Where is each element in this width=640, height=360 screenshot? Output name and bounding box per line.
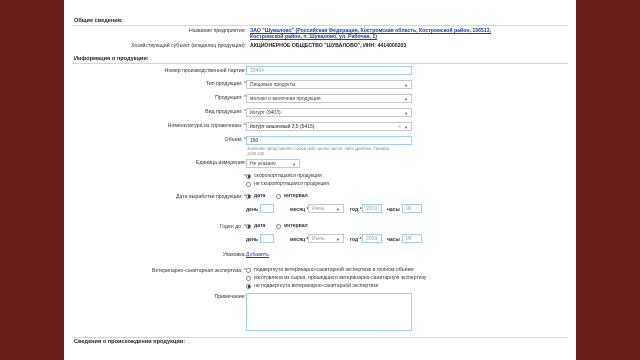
radio-non-perishable[interactable]: не скоропортящаяся продукция [246,181,329,187]
vet-radio-none[interactable]: не подвергнута ветеринарно-санитарной эк… [246,283,378,289]
vet-radio-full[interactable]: подвергнута ветеринарно-санитарной экспе… [246,267,414,273]
company-label: Название предприятия: [188,28,246,34]
exp-month-label: месяц * [290,237,309,243]
owner-label: Хозяйствующий субъект (владелец продукци… [131,43,246,49]
nomenclature-select[interactable]: йогурт вишневый 2,5 (5415) × ▼ [246,122,412,131]
chevron-down-icon: ▼ [336,207,340,212]
divider [72,63,568,64]
volume-label: Объем: * [224,137,246,143]
exp-day-label: день [246,237,259,243]
kind-select[interactable]: йогурт (9403) ▼ [246,108,412,117]
prod-month-select[interactable]: Июнь ▼ [308,204,344,213]
product-label: Продукция: * [215,95,246,101]
package-add-link[interactable]: Добавить [246,252,269,258]
type-label: Тип продукции: * [205,81,246,87]
radio-dot [246,275,251,281]
divider [72,337,568,338]
chevron-down-icon: ▼ [404,97,408,102]
company-link[interactable]: ЗАО "Шувалово" (Российская Федерация, Ко… [250,28,520,40]
unit-label: Единица измерения: [196,160,246,166]
radio-dot [276,223,281,229]
radio-dot [246,173,251,179]
exp-radio-date[interactable]: дата [246,223,265,229]
batch-label: Номер производственной партии: [164,68,246,74]
prod-hours-input[interactable]: 00 [402,204,422,213]
prod-date-label: Дата выработки продукции: * [176,194,246,200]
exp-hours-label: часы [387,237,400,243]
exp-radio-interval[interactable]: интервал [276,223,308,229]
exp-hours-input[interactable]: 00 [402,234,422,243]
volume-input[interactable]: 150 [246,136,412,145]
batch-input[interactable]: 32454 [246,66,412,75]
exp-month-select[interactable]: Июнь ▼ [308,234,344,243]
note-textarea[interactable] [246,293,412,331]
origin-section-title: Сведения о происхождении продукции: [74,339,186,345]
expiry-label: Годен до: * [219,224,246,230]
prod-month-label: месяц * [290,207,309,213]
prod-year-label: год * [350,207,362,213]
vet-label: Ветеринарно-санитарная экспертиза: * [151,268,246,274]
radio-dot [246,181,251,187]
kind-label: Вид продукции: * [205,109,246,115]
exp-year-input[interactable]: 2019 [362,234,382,243]
radio-dot [276,193,281,199]
exp-day-input[interactable] [260,234,274,243]
radio-dot [246,283,251,289]
prod-radio-date[interactable]: дата [246,193,265,199]
package-label: Упаковка: [222,252,246,258]
product-select[interactable]: молоко и молочная продукция ▼ [246,94,412,103]
general-section-title: Общие сведения: [74,18,123,24]
exp-year-label: год * [350,237,362,243]
chevron-down-icon: ▼ [404,125,408,130]
volume-hint: Значение представляет собой либо целое ч… [247,146,391,156]
nomenclature-label: Номенклатура из справочника: * [167,123,246,129]
prod-day-input[interactable] [260,204,274,213]
note-label: Примечание: [214,294,246,300]
radio-dot [246,193,251,199]
radio-dot [246,223,251,229]
chevron-down-icon: ▼ [336,237,340,242]
unit-select[interactable]: Не указано ▼ [246,159,300,168]
chevron-down-icon: ▼ [292,162,296,167]
product-section-title: Информация о продукции: [74,56,149,62]
prod-hours-label: часы [387,207,400,213]
clear-icon[interactable]: × [398,124,401,130]
form-sheet: Общие сведения: Название предприятия: ЗА… [64,0,576,360]
chevron-down-icon: ▼ [404,83,408,88]
type-select[interactable]: Пищевые продукты ▼ [246,80,412,89]
radio-dot [246,267,251,273]
prod-radio-interval[interactable]: интервал [276,193,308,199]
radio-perishable[interactable]: скоропортящаяся продукция [246,173,322,179]
chevron-down-icon: ▼ [404,111,408,116]
divider [72,25,568,26]
prod-day-label: день [246,207,259,213]
prod-year-input[interactable]: 2019 [362,204,382,213]
vet-radio-raw[interactable]: изготовлена из сырья, прошедшего ветерин… [246,275,426,281]
owner-value: АКЦИОНЕРНОЕ ОБЩЕСТВО "ШУВАЛОВО", ИНН: 44… [250,43,407,49]
